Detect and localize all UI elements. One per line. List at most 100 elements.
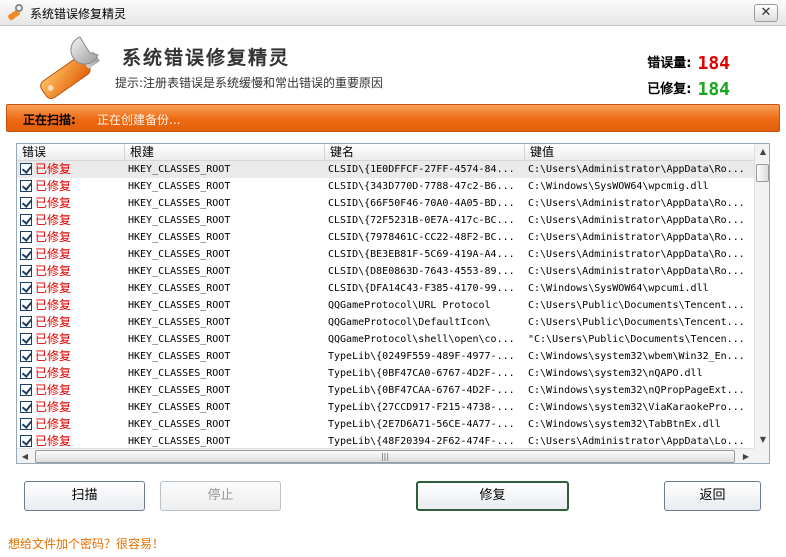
vertical-scroll-thumb[interactable] <box>756 164 769 182</box>
table-row[interactable]: 已修复 HKEY_CLASSES_ROOT TypeLib\{2E7D6A71-56… <box>17 416 754 433</box>
row-checkbox[interactable] <box>20 333 32 345</box>
table-row[interactable]: 已修复 HKEY_CLASSES_ROOT TypeLib\{0BF47CA0-67… <box>17 365 754 382</box>
scroll-right-icon[interactable]: ▶ <box>738 449 754 463</box>
row-checkbox[interactable] <box>20 214 32 226</box>
vertical-scrollbar[interactable]: ▲ ▼ <box>754 144 769 448</box>
scan-status-bar: 正在扫描: 正在创建备份... <box>6 104 780 132</box>
row-checkbox[interactable] <box>20 401 32 413</box>
row-checkbox[interactable] <box>20 163 32 175</box>
row-checkbox[interactable] <box>20 435 32 447</box>
app-icon <box>8 4 23 21</box>
scroll-left-icon[interactable]: ◀ <box>17 449 33 463</box>
row-checkbox[interactable] <box>20 197 32 209</box>
row-checkbox[interactable] <box>20 418 32 430</box>
table-row[interactable]: 已修复 HKEY_CLASSES_ROOT CLSID\{BE3EB81F-5C69… <box>17 246 754 263</box>
root-key-cell: HKEY_CLASSES_ROOT <box>128 385 231 396</box>
key-name-cell: TypeLib\{0BF47CA0-6767-4D2F-... <box>328 368 515 379</box>
status-cell[interactable]: 已修复 <box>20 331 120 348</box>
column-header-key-value[interactable]: 键值 <box>525 144 754 161</box>
key-name-cell: TypeLib\{0BF47CAA-6767-4D2F-... <box>328 385 515 396</box>
status-text: 已修复 <box>35 230 72 244</box>
stop-button[interactable]: 停止 <box>160 481 281 511</box>
row-checkbox[interactable] <box>20 316 32 328</box>
fixed-count-label: 已修复: <box>647 82 692 97</box>
status-text: 已修复 <box>35 196 72 210</box>
row-checkbox[interactable] <box>20 180 32 192</box>
table-row[interactable]: 已修复 HKEY_CLASSES_ROOT CLSID\{72F5231B-0E7A… <box>17 212 754 229</box>
row-checkbox[interactable] <box>20 248 32 260</box>
fixed-count-value: 184 <box>697 79 730 100</box>
status-cell[interactable]: 已修复 <box>20 246 120 263</box>
table-row[interactable]: 已修复 HKEY_CLASSES_ROOT QQGameProtocol\Defau… <box>17 314 754 331</box>
table-row[interactable]: 已修复 HKEY_CLASSES_ROOT CLSID\{DFA14C43-F385… <box>17 280 754 297</box>
table-row[interactable]: 已修复 HKEY_CLASSES_ROOT CLSID\{343D770D-7788… <box>17 178 754 195</box>
back-button[interactable]: 返回 <box>664 481 761 511</box>
horizontal-scroll-thumb[interactable]: ||| <box>35 450 735 463</box>
horizontal-scrollbar[interactable]: ◀ ||| ▶ <box>17 448 754 463</box>
status-cell[interactable]: 已修复 <box>20 195 120 212</box>
status-cell[interactable]: 已修复 <box>20 382 120 399</box>
status-cell[interactable]: 已修复 <box>20 297 120 314</box>
encrypt-promo-link[interactable]: 想给文件加个密码？很容易！ <box>8 535 164 552</box>
scroll-up-icon[interactable]: ▲ <box>755 144 769 160</box>
key-value-cell: C:\Users\Administrator\AppData\Ro... <box>528 249 745 260</box>
status-cell[interactable]: 已修复 <box>20 178 120 195</box>
status-cell[interactable]: 已修复 <box>20 416 120 433</box>
table-row[interactable]: 已修复 HKEY_CLASSES_ROOT TypeLib\{27CCD917-F2… <box>17 399 754 416</box>
status-text: 已修复 <box>35 298 72 312</box>
row-checkbox[interactable] <box>20 265 32 277</box>
status-cell[interactable]: 已修复 <box>20 161 120 178</box>
window-title: 系统错误修复精灵 <box>30 7 127 21</box>
table-row[interactable]: 已修复 HKEY_CLASSES_ROOT CLSID\{D8E0863D-7643… <box>17 263 754 280</box>
key-value-cell: C:\Windows\SysWOW64\wpcmig.dll <box>528 181 709 192</box>
row-checkbox[interactable] <box>20 384 32 396</box>
error-count-value: 184 <box>697 53 730 74</box>
key-name-cell: CLSID\{72F5231B-0E7A-417c-BC... <box>328 215 515 226</box>
column-header-key-name[interactable]: 键名 <box>325 144 525 161</box>
table-row[interactable]: 已修复 HKEY_CLASSES_ROOT CLSID\{1E0DFFCF-27FF… <box>17 161 754 178</box>
status-text: 已修复 <box>35 434 72 448</box>
status-cell[interactable]: 已修复 <box>20 212 120 229</box>
table-row[interactable]: 已修复 HKEY_CLASSES_ROOT TypeLib\{0249F559-48… <box>17 348 754 365</box>
status-cell[interactable]: 已修复 <box>20 348 120 365</box>
repair-button[interactable]: 修复 <box>416 481 569 511</box>
key-value-cell: C:\Windows\system32\nQPropPageExt... <box>528 385 745 396</box>
row-checkbox[interactable] <box>20 282 32 294</box>
root-key-cell: HKEY_CLASSES_ROOT <box>128 351 231 362</box>
scroll-down-icon[interactable]: ▼ <box>755 432 769 448</box>
header: 系统错误修复精灵 提示:注册表错误是系统缓慢和常出错误的重要原因 错误量: 184… <box>0 27 786 103</box>
status-cell[interactable]: 已修复 <box>20 263 120 280</box>
table-row[interactable]: 已修复 HKEY_CLASSES_ROOT TypeLib\{0BF47CAA-67… <box>17 382 754 399</box>
scan-button[interactable]: 扫描 <box>24 481 145 511</box>
column-header-root-key[interactable]: 根建 <box>125 144 325 161</box>
table-row[interactable]: 已修复 HKEY_CLASSES_ROOT CLSID\{66F50F46-70A0… <box>17 195 754 212</box>
row-checkbox[interactable] <box>20 299 32 311</box>
status-cell[interactable]: 已修复 <box>20 280 120 297</box>
root-key-cell: HKEY_CLASSES_ROOT <box>128 283 231 294</box>
key-name-cell: CLSID\{7978461C-CC22-48F2-BC... <box>328 232 515 243</box>
key-value-cell: C:\Users\Public\Documents\Tencent... <box>528 317 745 328</box>
status-text: 已修复 <box>35 162 72 176</box>
key-name-cell: CLSID\{1E0DFFCF-27FF-4574-84... <box>328 164 515 175</box>
root-key-cell: HKEY_CLASSES_ROOT <box>128 215 231 226</box>
key-name-cell: QQGameProtocol\URL Protocol <box>328 300 491 311</box>
row-checkbox[interactable] <box>20 350 32 362</box>
status-cell[interactable]: 已修复 <box>20 229 120 246</box>
status-cell[interactable]: 已修复 <box>20 365 120 382</box>
table-header: 错误 根建 键名 键值 <box>17 144 754 161</box>
status-cell[interactable]: 已修复 <box>20 399 120 416</box>
column-header-error[interactable]: 错误 <box>17 144 125 161</box>
table-row[interactable]: 已修复 HKEY_CLASSES_ROOT CLSID\{7978461C-CC22… <box>17 229 754 246</box>
table-row[interactable]: 已修复 HKEY_CLASSES_ROOT QQGameProtocol\URL P… <box>17 297 754 314</box>
key-value-cell: "C:\Users\Public\Documents\Tencen... <box>528 334 745 345</box>
close-button[interactable]: ✕ <box>754 4 778 22</box>
root-key-cell: HKEY_CLASSES_ROOT <box>128 300 231 311</box>
row-checkbox[interactable] <box>20 231 32 243</box>
key-name-cell: QQGameProtocol\shell\open\co... <box>328 334 515 345</box>
row-checkbox[interactable] <box>20 367 32 379</box>
key-value-cell: C:\Windows\system32\ViaKaraokePro... <box>528 402 745 413</box>
root-key-cell: HKEY_CLASSES_ROOT <box>128 334 231 345</box>
status-text: 已修复 <box>35 417 72 431</box>
status-cell[interactable]: 已修复 <box>20 314 120 331</box>
table-row[interactable]: 已修复 HKEY_CLASSES_ROOT QQGameProtocol\shell… <box>17 331 754 348</box>
